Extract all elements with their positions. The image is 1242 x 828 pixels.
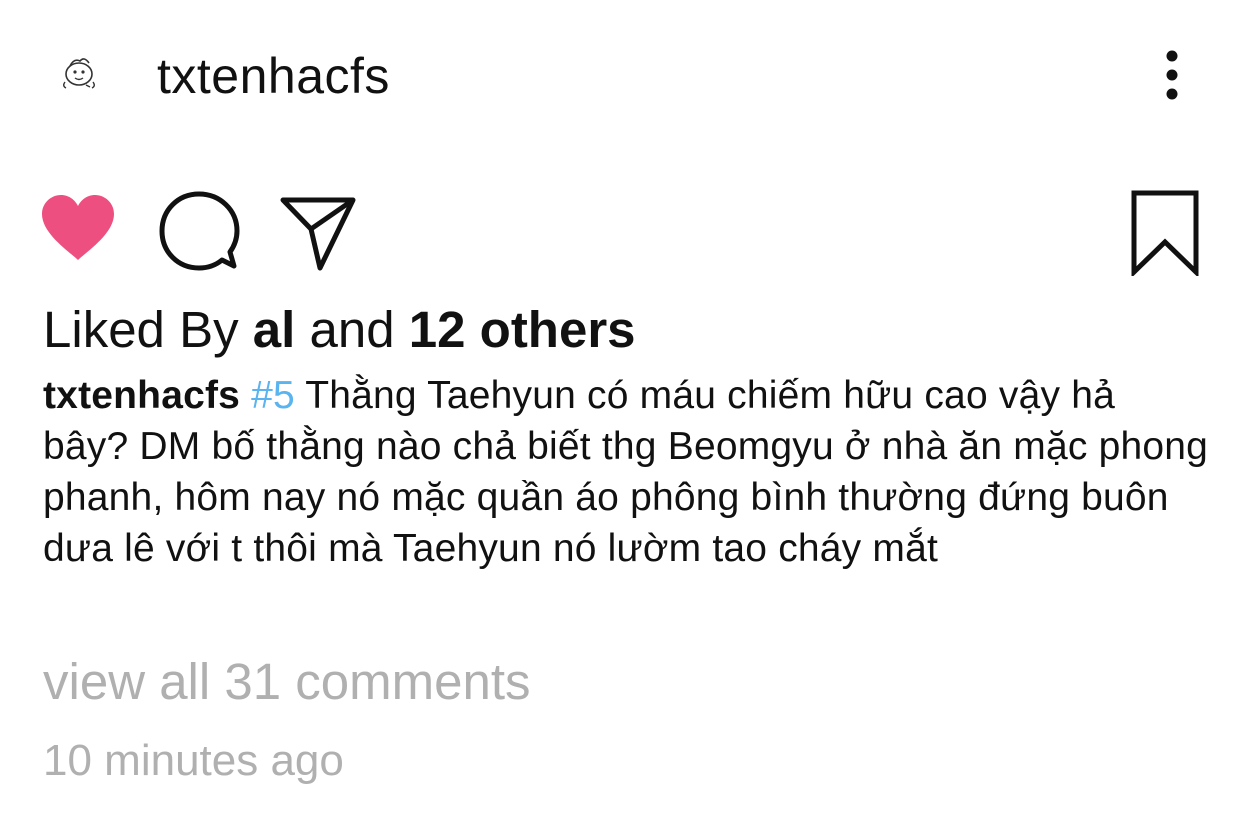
more-vertical-icon xyxy=(1166,50,1178,100)
likes-prefix: Liked By xyxy=(43,301,239,358)
post-header: txtenhacfs xyxy=(0,0,1242,150)
caption-username[interactable]: txtenhacfs xyxy=(43,374,240,417)
doodle-avatar-icon xyxy=(63,58,95,89)
likes-connector: and xyxy=(309,301,395,358)
action-bar xyxy=(0,180,1242,280)
bookmark-icon xyxy=(1131,190,1199,278)
post-timestamp: 10 minutes ago xyxy=(43,736,344,785)
avatar[interactable] xyxy=(56,52,102,92)
share-button[interactable] xyxy=(280,192,356,272)
comment-bubble-icon xyxy=(159,191,240,271)
caption-hashtag[interactable]: #5 xyxy=(251,374,295,417)
like-button[interactable] xyxy=(40,194,116,262)
liked-by-user[interactable]: al xyxy=(253,301,296,358)
post-caption: txtenhacfs #5 Thằng Taehyun có máu chiếm… xyxy=(43,370,1208,574)
post-username[interactable]: txtenhacfs xyxy=(157,46,390,106)
likes-others-count[interactable]: 12 others xyxy=(409,301,636,358)
heart-filled-icon xyxy=(42,195,114,260)
paper-plane-icon xyxy=(280,197,356,271)
comment-button[interactable] xyxy=(158,190,240,272)
more-options-button[interactable] xyxy=(1150,48,1194,102)
view-comments-link[interactable]: view all 31 comments xyxy=(43,650,531,714)
likes-summary[interactable]: Liked By al and 12 others xyxy=(43,298,636,362)
save-button[interactable] xyxy=(1130,190,1200,278)
